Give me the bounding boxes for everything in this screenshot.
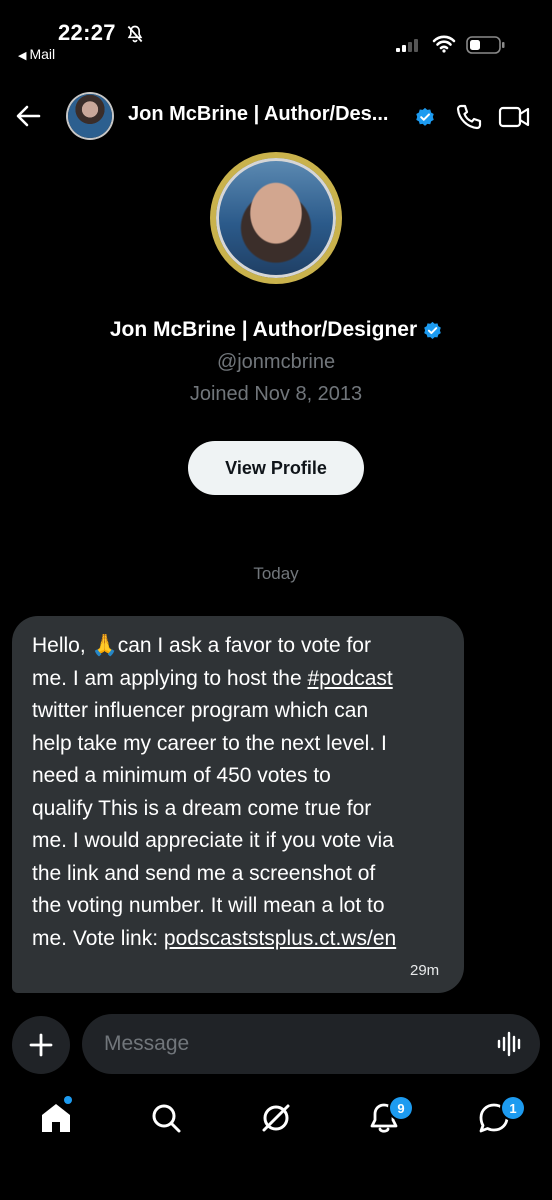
signal-icon — [396, 38, 420, 52]
profile-name-row: Jon McBrine | Author/Designer — [0, 318, 552, 342]
vote-link[interactable]: podscaststsplus.ct.ws/en — [164, 927, 396, 950]
bell-off-icon — [127, 25, 143, 43]
header-avatar[interactable] — [68, 94, 112, 138]
message-line: Hello, 🙏can I ask a favor to vote for — [32, 634, 371, 657]
hashtag-link[interactable]: #podcast — [307, 667, 392, 690]
profile-photo — [216, 158, 336, 278]
notifications-badge: 9 — [390, 1097, 412, 1119]
plus-icon — [29, 1033, 53, 1057]
praying-hands-emoji: 🙏 — [91, 634, 118, 657]
profile-avatar[interactable] — [210, 152, 342, 284]
back-app-label: Mail — [29, 46, 56, 62]
message-timestamp: 29m — [410, 962, 440, 979]
add-media-button[interactable] — [12, 1016, 70, 1074]
back-triangle-icon: ◀ — [18, 50, 27, 62]
header-name[interactable]: Jon McBrine | Author/Des... — [128, 103, 388, 126]
wifi-icon — [432, 35, 456, 53]
battery-icon — [466, 36, 505, 54]
message-line: the voting number. It will mean a lot to — [32, 894, 385, 917]
message-line: me. I would appreciate it if you vote vi… — [32, 829, 394, 852]
date-separator: Today — [253, 564, 299, 583]
search-icon[interactable] — [146, 1098, 186, 1138]
message-line: the link and send me a screenshot of — [32, 861, 376, 885]
back-arrow-icon[interactable] — [14, 102, 42, 130]
view-profile-button[interactable]: View Profile — [188, 441, 364, 495]
message-bubble[interactable]: Hello, 🙏can I ask a favor to vote for me… — [12, 616, 464, 993]
message-line: me. I am applying to host the #podcast — [32, 666, 393, 690]
verified-badge-icon — [424, 321, 441, 339]
message-line: twitter influencer program which can — [32, 699, 369, 722]
message-line: need a minimum of 450 votes to — [32, 764, 331, 787]
message-placeholder: Message — [104, 1032, 190, 1055]
voice-message-icon[interactable] — [496, 1030, 524, 1058]
messages-badge: 1 — [502, 1097, 524, 1119]
message-line: qualify This is a dream come true for — [32, 796, 372, 820]
video-camera-icon[interactable] — [498, 102, 530, 132]
profile-name: Jon McBrine | Author/Designer — [109, 318, 418, 341]
back-to-mail-link[interactable]: ◀ Mail — [18, 46, 55, 62]
grok-icon[interactable] — [256, 1098, 296, 1138]
verified-badge-icon — [416, 107, 434, 126]
profile-handle: @jonmcbrine — [216, 351, 336, 373]
status-time: 22:27 — [58, 20, 116, 45]
phone-icon[interactable] — [454, 102, 484, 132]
message-line: me. Vote link: podscaststsplus.ct.ws/en — [32, 926, 397, 950]
home-icon[interactable] — [36, 1098, 76, 1138]
message-line: help take my career to the next level. I — [32, 731, 387, 755]
home-unread-dot — [64, 1096, 72, 1104]
profile-joined-date: Joined Nov 8, 2013 — [189, 383, 363, 405]
